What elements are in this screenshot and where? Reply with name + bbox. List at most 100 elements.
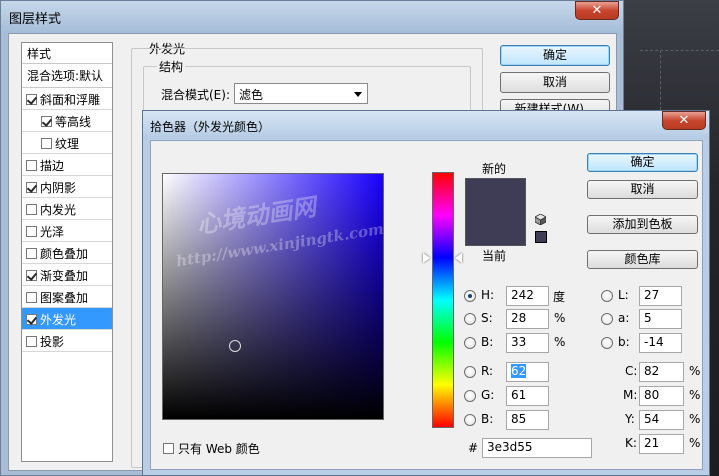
styles-header[interactable]: 样式 [22, 43, 112, 64]
style-checkbox[interactable] [26, 204, 37, 215]
brightness-input[interactable]: 33 [506, 333, 549, 353]
saturation-unit: % [554, 311, 566, 325]
style-checkbox[interactable] [26, 160, 37, 171]
color-field-cursor[interactable] [229, 340, 241, 352]
green-label: G: [481, 388, 495, 402]
style-item[interactable]: 光泽 [22, 220, 112, 242]
style-item[interactable]: 纹理 [22, 132, 112, 154]
brightness-radio[interactable] [464, 337, 476, 349]
style-checkbox[interactable] [26, 248, 37, 259]
style-item[interactable]: 投影 [22, 330, 112, 352]
layer-style-close-button[interactable]: ✕ [575, 1, 619, 20]
blue-label: B: [481, 412, 494, 426]
magenta-label: M: [623, 388, 638, 402]
b-channel-radio[interactable] [601, 337, 613, 349]
style-item-label: 内阴影 [40, 181, 77, 195]
yellow-input[interactable]: 54 [639, 410, 684, 430]
style-checkbox[interactable] [41, 138, 52, 149]
style-item-label: 投影 [40, 335, 65, 349]
style-item[interactable]: 等高线 [22, 110, 112, 132]
new-color-label: 新的 [482, 162, 507, 176]
web-colors-only-checkbox[interactable] [163, 443, 174, 454]
style-item-label: 描边 [40, 159, 65, 173]
red-input-value: 62 [511, 364, 527, 378]
style-item[interactable]: 内发光 [22, 198, 112, 220]
color-picker-ok-button[interactable]: 确定 [587, 153, 698, 172]
color-libraries-button[interactable]: 颜色库 [587, 250, 698, 269]
style-checkbox[interactable] [26, 292, 37, 303]
layer-style-ok-button[interactable]: 确定 [500, 45, 610, 66]
style-item[interactable]: 图案叠加 [22, 286, 112, 308]
black-unit: % [689, 436, 701, 450]
hue-slider-left-handle[interactable] [423, 253, 430, 263]
cyan-input[interactable]: 82 [639, 362, 684, 382]
magenta-input[interactable]: 80 [639, 386, 684, 406]
style-item-label: 纹理 [55, 137, 80, 151]
style-item[interactable]: 颜色叠加 [22, 242, 112, 264]
style-item[interactable]: 斜面和浮雕 [22, 88, 112, 110]
style-checkbox[interactable] [26, 270, 37, 281]
hue-label: H: [481, 288, 495, 302]
current-color-swatch[interactable] [466, 212, 525, 245]
style-checkbox[interactable] [26, 94, 37, 105]
style-item-label: 图案叠加 [40, 291, 89, 305]
desktop-guide-line [660, 50, 661, 110]
new-color-swatch [466, 179, 525, 212]
red-radio[interactable] [464, 366, 476, 378]
style-item-label: 等高线 [55, 115, 92, 129]
hue-input[interactable]: 242 [506, 286, 549, 306]
hue-slider[interactable] [432, 172, 454, 428]
a-channel-input[interactable]: 5 [639, 309, 682, 329]
cyan-label: C: [625, 364, 638, 378]
b-channel-label: b: [618, 335, 630, 349]
layer-style-cancel-button[interactable]: 取消 [500, 72, 610, 93]
hex-input[interactable]: 3e3d55 [482, 438, 592, 458]
brightness-label: B: [481, 335, 494, 349]
color-picker-close-button[interactable]: ✕ [662, 111, 706, 130]
saturation-radio[interactable] [464, 313, 476, 325]
hue-radio[interactable] [464, 290, 476, 302]
green-radio[interactable] [464, 390, 476, 402]
style-checkbox[interactable] [41, 116, 52, 127]
color-picker-body: 新的 当前 确定 取消 添加到色板 颜色库 H: 242 度 S: 28 % B… [150, 140, 703, 470]
blending-options-item[interactable]: 混合选项:默认 [22, 64, 112, 88]
style-item-label: 渐变叠加 [40, 269, 89, 283]
style-item[interactable]: 渐变叠加 [22, 264, 112, 286]
saturation-label: S: [481, 311, 493, 325]
lightness-radio[interactable] [601, 290, 613, 302]
web-safe-color-swatch[interactable] [535, 231, 547, 243]
a-channel-radio[interactable] [601, 313, 613, 325]
structure-group-title: 结构 [157, 58, 186, 75]
blue-radio[interactable] [464, 414, 476, 426]
b-channel-input[interactable]: -14 [639, 333, 682, 353]
style-item[interactable]: 描边 [22, 154, 112, 176]
yellow-label: Y: [625, 412, 635, 426]
color-picker-titlebar[interactable]: 拾色器（外发光颜色） [143, 111, 709, 139]
lightness-label: L: [618, 288, 629, 302]
lightness-input[interactable]: 27 [639, 286, 682, 306]
blend-mode-value: 滤色 [239, 88, 264, 102]
style-checkbox[interactable] [26, 314, 37, 325]
style-item[interactable]: 内阴影 [22, 176, 112, 198]
color-preview-swatch[interactable] [465, 178, 526, 246]
style-checkbox[interactable] [26, 182, 37, 193]
red-input[interactable]: 62 [506, 362, 549, 382]
a-channel-label: a: [618, 311, 630, 325]
brightness-unit: % [554, 335, 566, 349]
green-input[interactable]: 61 [506, 386, 549, 406]
blue-input[interactable]: 85 [506, 410, 549, 430]
style-checkbox[interactable] [26, 226, 37, 237]
hue-slider-right-handle[interactable] [455, 253, 462, 263]
style-item[interactable]: 外发光 [22, 308, 112, 330]
web-colors-only-label: 只有 Web 颜色 [178, 442, 260, 456]
color-picker-cancel-button[interactable]: 取消 [587, 180, 698, 199]
out-of-gamut-cube-icon[interactable] [535, 214, 546, 225]
layer-style-titlebar[interactable]: 图层样式 [1, 1, 623, 33]
add-to-swatches-button[interactable]: 添加到色板 [587, 215, 698, 234]
color-picker-dialog: 拾色器（外发光颜色） ✕ 新的 当前 确定 取消 添加到色板 颜色库 H: 24… [142, 110, 710, 476]
blend-mode-select[interactable]: 滤色 [234, 83, 368, 104]
black-input[interactable]: 21 [639, 434, 684, 454]
saturation-brightness-field[interactable] [162, 173, 384, 420]
saturation-input[interactable]: 28 [506, 309, 549, 329]
style-checkbox[interactable] [26, 336, 37, 347]
